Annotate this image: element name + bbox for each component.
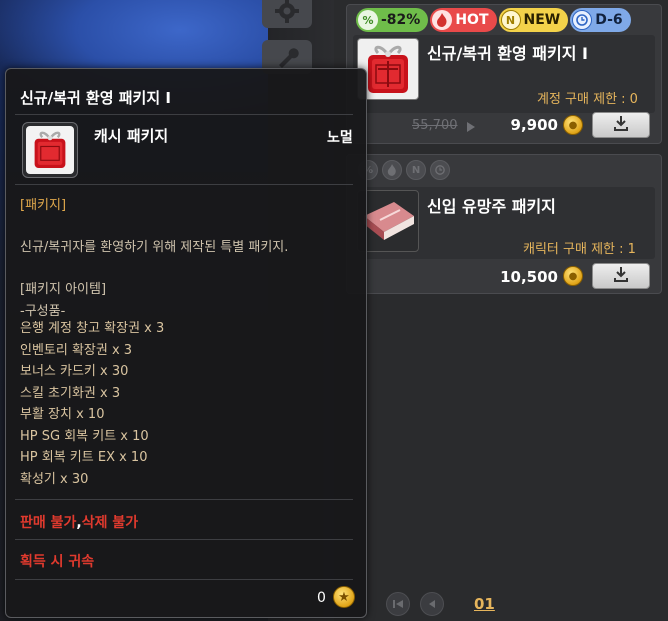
tooltip-title: 신규/복귀 환영 패키지 I (20, 89, 171, 107)
deadline-tag: D-6 (570, 8, 631, 32)
list-item: 인벤토리 확장권 x 3 (20, 342, 133, 358)
download-icon (613, 115, 629, 135)
trade-restriction: 판매 불가,삭제 불가 (20, 515, 139, 531)
list-item: 스킬 초기화권 x 3 (20, 385, 121, 401)
list-item: HP SG 회복 키트 x 10 (20, 428, 149, 444)
section-label: [패키지] (20, 198, 67, 213)
arrow-right-icon (467, 122, 475, 132)
divider (15, 114, 353, 115)
download-icon (613, 266, 629, 286)
list-item: 부활 장치 x 10 (20, 407, 105, 422)
list-item: HP 회복 키트 EX x 10 (20, 450, 148, 465)
first-page-button[interactable] (386, 592, 410, 616)
coin-icon: ● (563, 266, 583, 286)
hot-tag: HOT (430, 8, 497, 32)
sale-percent-icon: % (358, 10, 378, 30)
divider (15, 184, 353, 185)
contents-label: -구성품- (20, 304, 66, 319)
coin-icon: ● (563, 115, 583, 135)
pink-book-package-icon (360, 194, 416, 248)
currency-value: 0 (317, 590, 326, 606)
skip-first-icon (392, 595, 404, 614)
chevron-left-icon (426, 595, 438, 614)
flame-icon (432, 10, 453, 30)
star-coin-icon: ★ (333, 586, 355, 608)
item-grade: 노멀 (327, 130, 353, 146)
list-item: 은행 계정 창고 확장권 x 3 (20, 321, 165, 336)
red-gift-package-icon (30, 126, 70, 174)
clock-icon (430, 160, 450, 180)
new-n-icon: N (500, 10, 521, 30)
clock-icon (572, 10, 593, 30)
purchase-limit: 계정 구매 제한 : 0 (537, 92, 638, 107)
item-tooltip: 신규/복귀 환영 패키지 I 캐시 패키지 노멀 [패키지] 신규/복귀자를 환… (5, 68, 367, 618)
original-price: 55,700 (412, 118, 458, 133)
prev-page-button[interactable] (420, 592, 444, 616)
divider (15, 499, 353, 500)
product-name: 신입 유망주 패키지 (427, 197, 556, 216)
list-item: 보너스 카드키 x 30 (20, 364, 129, 379)
divider (15, 539, 353, 540)
purchase-limit: 캐릭터 구매 제한 : 1 (523, 242, 636, 257)
flame-icon (382, 160, 402, 180)
list-item: 확성기 x 30 (20, 471, 89, 487)
divider (15, 579, 353, 580)
wrench-icon (275, 45, 299, 69)
package-items-heading: [패키지 아이템] (20, 282, 107, 297)
page-number-current[interactable]: 01 (474, 595, 495, 613)
sale-price: 9,900 (510, 116, 558, 134)
bind-notice: 획득 시 귀속 (20, 554, 95, 570)
settings-gear-button[interactable] (262, 0, 312, 28)
buy-download-button[interactable] (592, 112, 650, 138)
gear-icon (274, 0, 300, 24)
product-tags-inactive: % N (358, 160, 450, 180)
tooltip-item-image (22, 122, 78, 178)
new-tag: N NEW (498, 8, 569, 32)
new-n-icon: N (406, 160, 426, 180)
product-name: 신규/복귀 환영 패키지 I (427, 44, 588, 63)
item-description: 신규/복귀자를 환영하기 위해 제작된 특별 패키지. (20, 240, 289, 255)
red-gift-package-icon (362, 39, 414, 99)
item-type: 캐시 패키지 (94, 127, 169, 145)
sale-tag: % -82% (356, 8, 429, 32)
product-tags: % -82% HOT N NEW D-6 (356, 8, 631, 32)
price: 10,500 (500, 268, 558, 286)
buy-download-button[interactable] (592, 263, 650, 289)
